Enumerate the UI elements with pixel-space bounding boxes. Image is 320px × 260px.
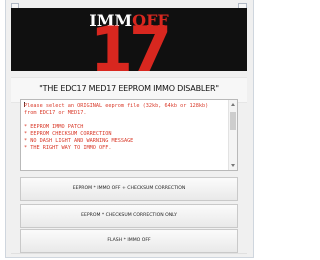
bottom-divider	[11, 253, 247, 254]
flash-immo-off-button[interactable]: FLASH * IMMO OFF	[20, 229, 238, 253]
checksum-only-button[interactable]: EEPROM * CHECKSUM CORRECTION ONLY	[20, 204, 238, 228]
textbox-scrollbar[interactable]	[228, 100, 237, 170]
immoff-logo: IMMOFF 17	[11, 8, 247, 71]
app-title: "THE EDC17 MED17 EEPROM IMMO DISABLER"	[39, 84, 219, 93]
immo-off-checksum-button[interactable]: EEPROM * IMMO OFF + CHECKSUM CORRECTION	[20, 177, 238, 201]
scroll-down-arrow-icon[interactable]	[231, 164, 235, 167]
info-textbox[interactable]: Please select an ORIGINAL eeprom file (3…	[20, 99, 238, 171]
info-text: Please select an ORIGINAL eeprom file (3…	[24, 103, 209, 151]
logo-banner: IMMOFF 17	[11, 8, 247, 71]
scroll-up-arrow-icon[interactable]	[231, 103, 235, 106]
logo-text-17: 17	[90, 13, 168, 71]
scroll-thumb[interactable]	[230, 112, 236, 130]
